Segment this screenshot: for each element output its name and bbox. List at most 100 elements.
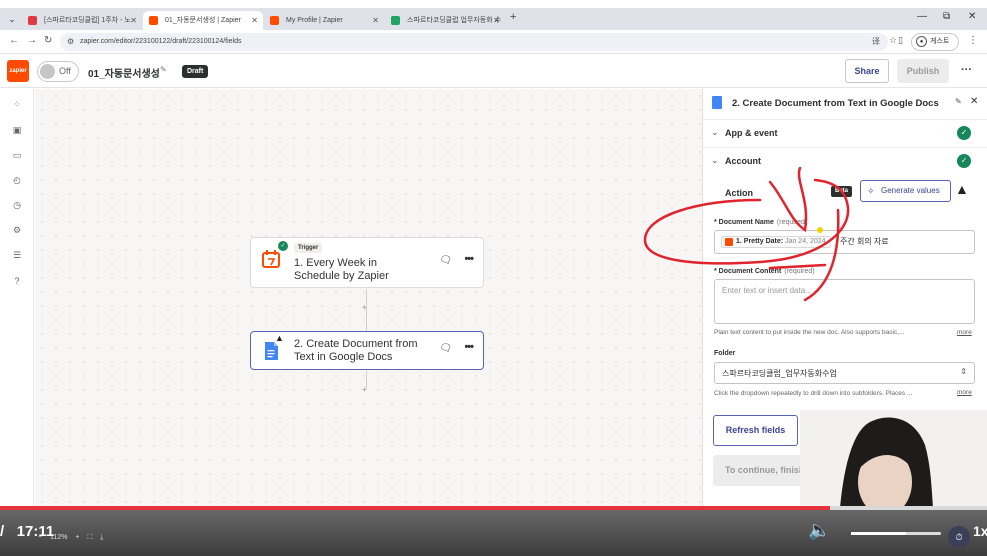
refresh-fields-button[interactable]: Refresh fields	[713, 415, 798, 446]
step-menu-icon[interactable]: •••	[464, 341, 474, 353]
add-file-icon[interactable]: ▣	[11, 124, 23, 136]
history-icon[interactable]: ◴	[11, 174, 23, 186]
zapier-favicon-icon	[270, 16, 279, 25]
volume-slider[interactable]	[851, 532, 941, 535]
publish-button[interactable]: Publish	[897, 59, 949, 83]
edit-name-icon[interactable]: ✎	[160, 65, 167, 74]
zapier-favicon-icon	[149, 16, 158, 25]
translate-icon[interactable]: 译	[872, 33, 880, 51]
draft-badge: Draft	[182, 65, 209, 78]
browser-tab-2[interactable]: 01_자동문서생성 | Zapier ✕	[143, 11, 263, 30]
more-link[interactable]: more	[957, 329, 972, 336]
warning-icon: ▲	[955, 181, 969, 197]
document-name-label: * Document Name (required)	[714, 219, 808, 226]
back-icon[interactable]: ←	[9, 35, 19, 46]
download-icon[interactable]: ⤓	[100, 534, 103, 542]
url-field[interactable]: ⚙ zapier.com/editor/223100122/draft/2231…	[60, 33, 888, 51]
add-step-icon[interactable]: +	[362, 385, 367, 394]
step-complete-icon: ✓	[278, 241, 288, 251]
warning-icon: ▲	[275, 333, 284, 343]
comment-icon[interactable]: 🗨	[439, 343, 452, 354]
sparkle-icon: ✧	[867, 186, 875, 196]
zoom-out-icon[interactable]: −	[38, 534, 42, 541]
version-icon[interactable]: ◷	[11, 199, 23, 211]
add-step-icon[interactable]: +	[362, 303, 367, 312]
share-button[interactable]: Share	[845, 59, 889, 83]
comment-icon[interactable]: ▭	[11, 149, 23, 161]
side-panel-icon[interactable]: ▯	[898, 35, 903, 46]
data-pill[interactable]: 1. Pretty Date: Jan 24, 2024	[721, 236, 831, 248]
close-panel-icon[interactable]: ✕	[970, 96, 978, 107]
minimize-icon[interactable]: —	[917, 11, 927, 22]
close-tab-icon[interactable]: ✕	[493, 11, 500, 30]
zoom-level: 112%	[50, 534, 68, 541]
google-docs-icon	[265, 342, 278, 360]
more-link[interactable]: more	[957, 389, 972, 396]
close-tab-icon[interactable]: ✕	[251, 11, 258, 30]
action-step-card[interactable]: ▲ 2. Create Document from Text in Google…	[250, 331, 484, 370]
action-section-label[interactable]: Action	[725, 188, 753, 198]
browser-menu-icon[interactable]: ⋮	[968, 35, 978, 46]
reload-icon[interactable]: ↻	[44, 35, 52, 46]
zap-status-toggle[interactable]: Off	[37, 61, 79, 82]
document-content-field[interactable]: Enter text or insert data...	[714, 279, 975, 324]
left-toolbar: ⁘ ▣ ▭ ◴ ◷ ⚙ ☰ ?	[0, 89, 34, 509]
browser-tab-4[interactable]: 스파르타코딩클럽 업무자동화 수 ✕	[385, 11, 505, 30]
more-options-icon[interactable]: ···	[961, 64, 972, 76]
generate-values-button[interactable]: ✧ Generate values	[860, 180, 951, 202]
close-tab-icon[interactable]: ✕	[130, 11, 137, 30]
layers-icon[interactable]: ☰	[11, 249, 23, 261]
notion-favicon-icon	[28, 16, 37, 25]
chevron-down-icon: ⌄	[711, 127, 719, 137]
zapier-logo-icon[interactable]: zapier	[7, 60, 29, 82]
workflow-canvas[interactable]: ✓ Trigger 1. Every Week in Schedule by Z…	[35, 89, 702, 509]
folder-hint: Click the dropdown repeatedly to drill d…	[714, 390, 913, 397]
close-tab-icon[interactable]: ✕	[372, 11, 379, 30]
volume-icon[interactable]: 🔈	[808, 520, 830, 541]
tab-list-chevron-icon[interactable]: ⌄	[4, 11, 20, 27]
comment-icon[interactable]: 🗨	[439, 255, 452, 266]
check-icon: ✓	[957, 154, 971, 168]
trigger-step-card[interactable]: ✓ Trigger 1. Every Week in Schedule by Z…	[250, 237, 484, 288]
forward-icon[interactable]: →	[27, 35, 37, 46]
playback-speed-icon[interactable]: ⏱	[948, 526, 970, 548]
apps-grid-icon[interactable]: ⁘	[11, 98, 23, 110]
profile-icon: ●	[916, 36, 927, 47]
section-app-event[interactable]: ⌄ App & event ✓	[703, 119, 987, 147]
help-icon[interactable]: ?	[11, 275, 23, 287]
toggle-knob	[40, 64, 55, 79]
step-menu-icon[interactable]: •••	[464, 253, 474, 265]
fit-view-icon[interactable]: ⛶	[87, 534, 92, 542]
volume-fill	[851, 532, 906, 535]
schedule-icon	[725, 238, 733, 246]
zoom-in-icon[interactable]: +	[75, 534, 79, 541]
document-content-label: * Document Content (required)	[714, 268, 815, 275]
chevron-down-icon: ⌄	[711, 155, 719, 165]
google-docs-icon	[712, 96, 722, 109]
screen: ⌄ [스파르타코딩클럽] 1주차 - 노 ✕ 01_자동문서생성 | Zapie…	[0, 0, 987, 556]
schedule-icon	[262, 250, 280, 268]
select-arrows-icon: ⇕	[960, 367, 967, 376]
browser-tab-bar: ⌄ [스파르타코딩클럽] 1주차 - 노 ✕ 01_자동문서생성 | Zapie…	[0, 8, 987, 30]
close-window-icon[interactable]: ✕	[968, 11, 976, 22]
video-progress-bar[interactable]	[0, 506, 987, 510]
video-player-controls: / 17:11 − 112% + ⛶ ⤓ 🔈 ⏱ 1x	[0, 506, 987, 556]
address-bar-row: ← → ↻ ⚙ zapier.com/editor/223100122/draf…	[0, 30, 987, 54]
edit-icon[interactable]: ✎	[955, 97, 962, 106]
browser-tab-3[interactable]: My Profile | Zapier ✕	[264, 11, 384, 30]
canvas-zoom-controls: − 112% + ⛶ ⤓	[38, 534, 109, 542]
playback-speed[interactable]: 1x	[973, 523, 987, 539]
step-title: 1. Every Week in Schedule by Zapier	[294, 257, 389, 282]
browser-tab-1[interactable]: [스파르타코딩클럽] 1주차 - 노 ✕	[22, 11, 142, 30]
profile-button[interactable]: ● 게스트	[911, 33, 959, 51]
new-tab-icon[interactable]: +	[510, 11, 516, 23]
zap-name[interactable]: 01_자동문서생성	[88, 65, 160, 80]
trigger-badge: Trigger	[294, 243, 323, 253]
folder-select[interactable]: 스파르타코딩클럽_업무자동화수업 ⇕	[714, 362, 975, 384]
section-account[interactable]: ⌄ Account ✓	[703, 147, 987, 175]
document-name-field[interactable]: 1. Pretty Date: Jan 24, 2024 주간 회의 자료	[714, 230, 975, 254]
site-info-icon[interactable]: ⚙	[67, 33, 74, 51]
settings-icon[interactable]: ⚙	[11, 224, 23, 236]
restore-icon[interactable]: ⧉	[943, 11, 950, 22]
bookmark-icon[interactable]: ☆	[889, 35, 897, 46]
